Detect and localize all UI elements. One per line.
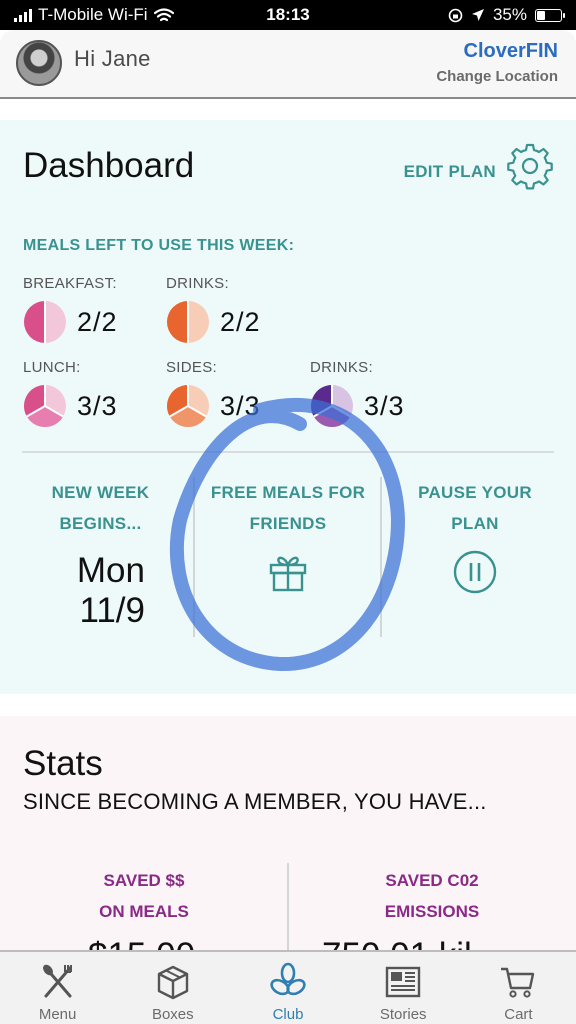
meal-sides: SIDES: 3/3 (166, 359, 261, 428)
free-meals-line1: FREE MEALS FOR (210, 483, 366, 502)
week-start-date: Mon 11/9 (23, 551, 145, 631)
meal-label: LUNCH: (23, 359, 81, 376)
edit-plan-button[interactable]: EDIT PLAN (404, 162, 496, 182)
status-right: 35% (448, 5, 565, 25)
tab-label: Club (272, 1006, 304, 1023)
free-meals-heading: FREE MEALS FOR FRIENDS (196, 477, 380, 539)
meal-label: DRINKS: (166, 275, 229, 292)
clover-icon (270, 962, 306, 996)
meal-drinks: DRINKS: 2/2 (166, 275, 261, 344)
meal-drinks-2: DRINKS: 3/3 (310, 359, 405, 428)
meal-label: SIDES: (166, 359, 217, 376)
meal-pie-icon (23, 385, 66, 428)
saved-co2-heading: SAVED C02 EMISSIONS (288, 865, 576, 927)
tab-bar: Menu Boxes Club Stories Cart (0, 950, 576, 1024)
meal-label: DRINKS: (310, 359, 373, 376)
dashboard-card: Dashboard EDIT PLAN MEALS LEFT TO USE TH… (0, 120, 576, 694)
meal-count: 3/3 (364, 390, 405, 421)
tab-label: Cart (504, 1006, 533, 1023)
new-week-line1: NEW WEEK (51, 483, 150, 502)
saved-co2-line2: EMISSIONS (384, 902, 480, 921)
tab-stories[interactable]: Stories (346, 952, 461, 1024)
week-day: Mon (76, 551, 145, 590)
greeting-text: Hi Jane (74, 46, 151, 71)
location-name[interactable]: CloverFIN (464, 40, 558, 63)
pause-line2: PLAN (451, 514, 499, 533)
tab-menu[interactable]: Menu (0, 952, 115, 1024)
saved-money-heading: SAVED $$ ON MEALS (0, 865, 288, 927)
tab-label: Boxes (151, 1006, 194, 1023)
battery-percent: 35% (492, 5, 527, 24)
tab-boxes[interactable]: Boxes (115, 952, 230, 1024)
location-icon (471, 9, 484, 21)
pause-plan-heading: PAUSE YOUR PLAN (383, 477, 567, 539)
app-header: Hi Jane CloverFIN Change Location (0, 30, 576, 99)
change-location-link[interactable]: Change Location (436, 68, 558, 85)
saved-money-line1: SAVED $$ (103, 871, 185, 890)
cart-icon (501, 967, 535, 998)
saved-co2-line1: SAVED C02 (385, 871, 479, 890)
newspaper-icon (386, 966, 421, 998)
tab-cart[interactable]: Cart (461, 952, 576, 1024)
meals-left-heading: MEALS LEFT TO USE THIS WEEK: (23, 237, 295, 254)
meal-label: BREAKFAST: (23, 275, 117, 292)
meal-count: 3/3 (77, 390, 118, 421)
meal-count: 3/3 (220, 390, 261, 421)
tab-club[interactable]: Club (230, 952, 345, 1024)
free-meals-line2: FRIENDS (249, 514, 327, 533)
dashboard-divider (22, 451, 554, 453)
column-divider (193, 477, 195, 637)
saved-money-line2: ON MEALS (99, 902, 189, 921)
meal-pie-icon (167, 301, 209, 343)
meal-lunch: LUNCH: 3/3 (23, 359, 118, 428)
meal-pie-icon (310, 385, 353, 428)
pause-line1: PAUSE YOUR (418, 483, 532, 502)
avatar[interactable] (16, 40, 62, 86)
dashboard-title: Dashboard (23, 146, 195, 185)
stats-card: Stats SINCE BECOMING A MEMBER, YOU HAVE.… (0, 716, 576, 956)
pause-icon (453, 550, 497, 594)
tab-label: Menu (38, 1006, 77, 1023)
box-icon (157, 965, 188, 1000)
meal-pie-icon (24, 301, 66, 343)
meal-count: 2/2 (220, 306, 261, 337)
screen-lock-icon (448, 8, 463, 22)
column-divider (380, 477, 382, 637)
meal-breakfast: BREAKFAST: 2/2 (23, 275, 118, 344)
meal-count: 2/2 (77, 306, 118, 337)
stats-subtitle: SINCE BECOMING A MEMBER, YOU HAVE... (23, 789, 487, 814)
meal-pie-icon (166, 385, 209, 428)
status-bar: T-Mobile Wi-Fi 18:13 35% (0, 0, 576, 30)
gear-icon[interactable] (506, 142, 554, 190)
stats-title: Stats (23, 744, 103, 783)
fork-spoon-icon (42, 964, 72, 998)
week-date: 11/9 (79, 591, 145, 630)
tab-label: Stories (379, 1006, 427, 1023)
new-week-heading: NEW WEEK BEGINS... (23, 477, 178, 539)
new-week-line2: BEGINS... (59, 514, 142, 533)
gift-icon (269, 556, 307, 592)
battery-icon (535, 8, 565, 22)
